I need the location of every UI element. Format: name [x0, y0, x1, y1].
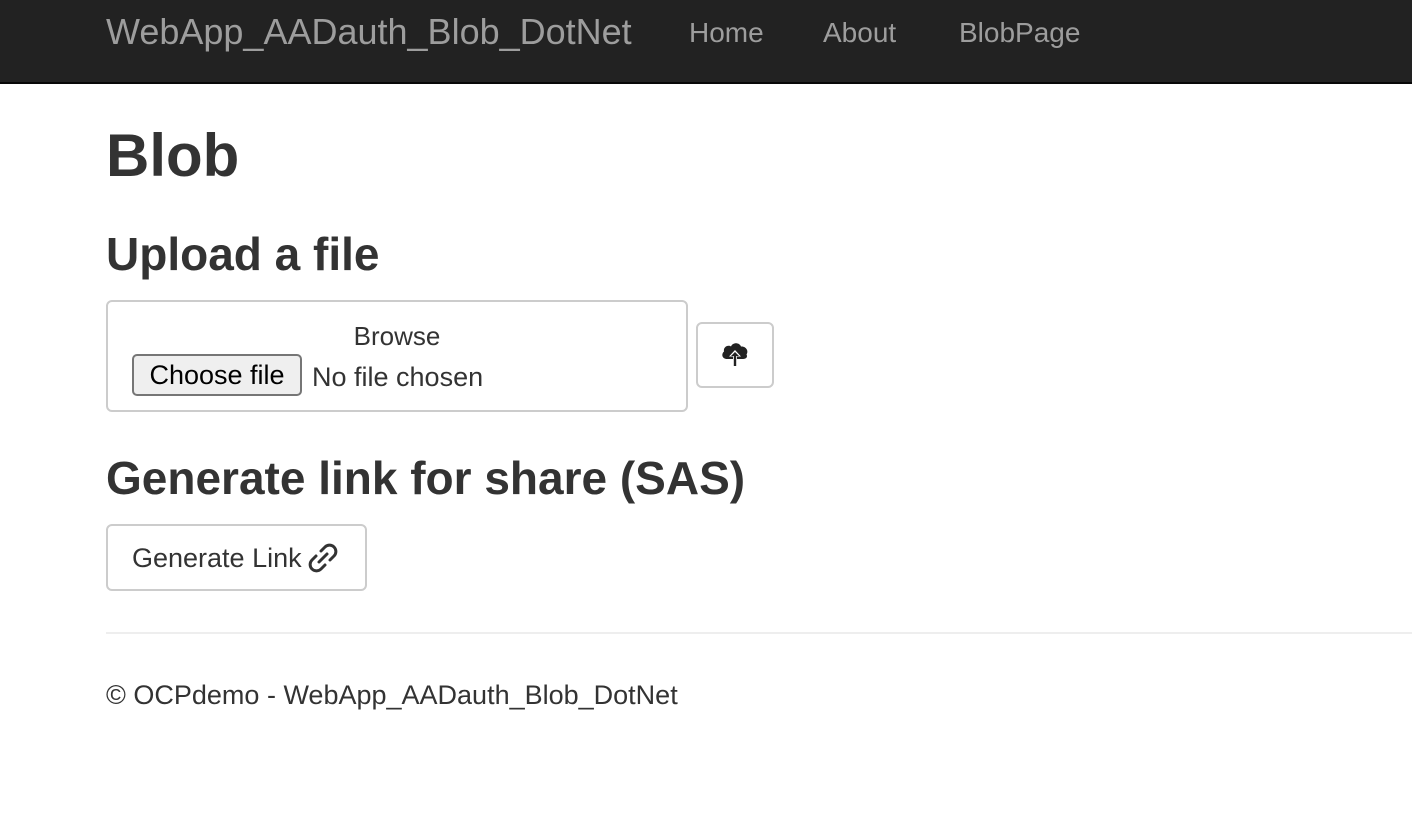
generate-link-button[interactable]: Generate Link	[106, 524, 367, 591]
brand-link[interactable]: WebApp_AADauth_Blob_DotNet	[106, 10, 632, 54]
top-navbar: WebApp_AADauth_Blob_DotNet Home About Bl…	[0, 0, 1412, 84]
nav-link-about[interactable]: About	[823, 14, 896, 52]
file-upload-box: Browse Choose file No file chosen	[106, 300, 688, 412]
upload-heading: Upload a file	[106, 228, 380, 280]
sas-heading: Generate link for share (SAS)	[106, 452, 746, 504]
footer-text: © OCPdemo - WebApp_AADauth_Blob_DotNet	[106, 680, 678, 710]
page-title: Blob	[106, 122, 240, 189]
link-icon	[308, 543, 338, 573]
file-status-text: No file chosen	[312, 362, 484, 392]
upload-button[interactable]	[696, 322, 774, 388]
nav-link-home[interactable]: Home	[689, 14, 764, 52]
choose-file-button[interactable]: Choose file	[132, 354, 302, 396]
generate-link-label: Generate Link	[132, 542, 302, 573]
nav-link-blobpage[interactable]: BlobPage	[959, 14, 1080, 52]
browse-label: Browse	[353, 321, 441, 351]
cloud-upload-icon	[719, 337, 751, 374]
footer-divider	[106, 632, 1412, 634]
